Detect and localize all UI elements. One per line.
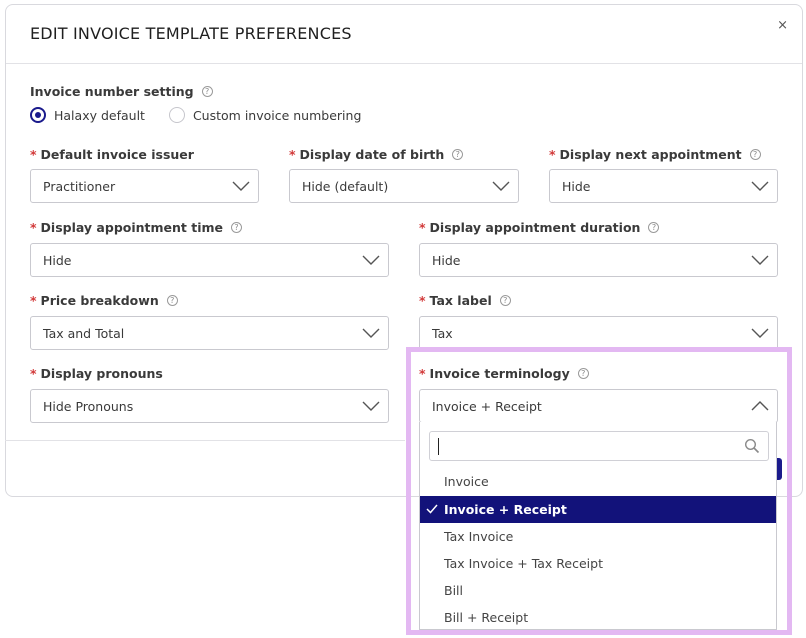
help-icon[interactable]: ?: [452, 149, 464, 160]
radio-label-halaxy-default[interactable]: Halaxy default: [54, 108, 145, 123]
display-date-of-birth-select[interactable]: Hide (default): [289, 169, 519, 203]
help-icon[interactable]: ?: [201, 86, 213, 97]
chevron-down-icon: [492, 179, 510, 193]
required-mark: *: [419, 220, 426, 235]
default-invoice-issuer-text: Default invoice issuer: [40, 147, 194, 162]
display-next-appointment-select[interactable]: Hide: [549, 169, 778, 203]
radio-halaxy-default[interactable]: [30, 107, 46, 123]
footer-divider: [5, 440, 405, 441]
price-breakdown-select[interactable]: Tax and Total: [30, 316, 389, 350]
required-mark: *: [30, 293, 37, 308]
help-icon[interactable]: ?: [648, 222, 660, 233]
display-pronouns-text: Display pronouns: [40, 366, 163, 381]
default-invoice-issuer-select[interactable]: Practitioner: [30, 169, 259, 203]
display-appointment-time-value: Hide: [43, 252, 72, 268]
display-next-appointment-text: Display next appointment: [559, 147, 742, 162]
display-appointment-duration-value: Hide: [432, 252, 461, 268]
display-next-appointment-value: Hide: [562, 178, 591, 194]
price-breakdown-value: Tax and Total: [43, 325, 125, 341]
radio-label-custom-numbering[interactable]: Custom invoice numbering: [193, 108, 361, 123]
price-breakdown-label: * Price breakdown ?: [30, 293, 178, 308]
close-button[interactable]: ×: [777, 19, 788, 32]
display-date-of-birth-value: Hide (default): [302, 178, 389, 194]
tax-label-select[interactable]: Tax: [419, 316, 778, 350]
help-icon[interactable]: ?: [231, 222, 242, 233]
display-pronouns-select[interactable]: Hide Pronouns: [30, 389, 389, 423]
chevron-down-icon: [362, 253, 380, 267]
display-appointment-time-text: Display appointment time: [40, 220, 223, 235]
required-mark: *: [419, 293, 426, 308]
chevron-down-icon: [751, 253, 769, 267]
invoice-number-setting-label: Invoice number setting ?: [30, 84, 213, 99]
display-appointment-duration-text: Display appointment duration: [429, 220, 641, 235]
display-next-appointment-label: * Display next appointment ?: [549, 147, 761, 162]
tax-label-value: Tax: [432, 325, 453, 341]
price-breakdown-text: Price breakdown: [40, 293, 159, 308]
required-mark: *: [289, 147, 296, 162]
display-appointment-time-select[interactable]: Hide: [30, 243, 389, 277]
radio-custom-numbering[interactable]: [168, 107, 185, 123]
invoice-number-setting-text: Invoice number setting: [30, 84, 194, 99]
display-pronouns-label: * Display pronouns: [30, 366, 163, 381]
invoice-number-radio-group: Halaxy default Custom invoice numbering: [30, 107, 385, 123]
display-appointment-time-label: * Display appointment time ?: [30, 220, 242, 235]
chevron-down-icon: [232, 179, 250, 193]
display-appointment-duration-select[interactable]: Hide: [419, 243, 778, 277]
default-invoice-issuer-value: Practitioner: [43, 178, 116, 194]
tax-label-label: * Tax label ?: [419, 293, 511, 308]
highlight-outline: [406, 347, 792, 635]
default-invoice-issuer-label: * Default invoice issuer: [30, 147, 194, 162]
chevron-down-icon: [362, 326, 380, 340]
help-icon[interactable]: ?: [166, 295, 178, 306]
chevron-down-icon: [362, 399, 380, 413]
modal-header: EDIT INVOICE TEMPLATE PREFERENCES ×: [6, 5, 802, 64]
modal-title: EDIT INVOICE TEMPLATE PREFERENCES: [30, 24, 352, 43]
chevron-down-icon: [751, 326, 769, 340]
display-date-of-birth-label: * Display date of birth ?: [289, 147, 464, 162]
required-mark: *: [549, 147, 556, 162]
required-mark: *: [30, 147, 37, 162]
display-appointment-duration-label: * Display appointment duration ?: [419, 220, 660, 235]
tax-label-text: Tax label: [429, 293, 492, 308]
chevron-down-icon: [751, 179, 769, 193]
display-date-of-birth-text: Display date of birth: [299, 147, 445, 162]
required-mark: *: [30, 366, 37, 381]
display-pronouns-value: Hide Pronouns: [43, 398, 134, 414]
help-icon[interactable]: ?: [749, 149, 761, 160]
required-mark: *: [30, 220, 37, 235]
help-icon[interactable]: ?: [499, 295, 511, 306]
